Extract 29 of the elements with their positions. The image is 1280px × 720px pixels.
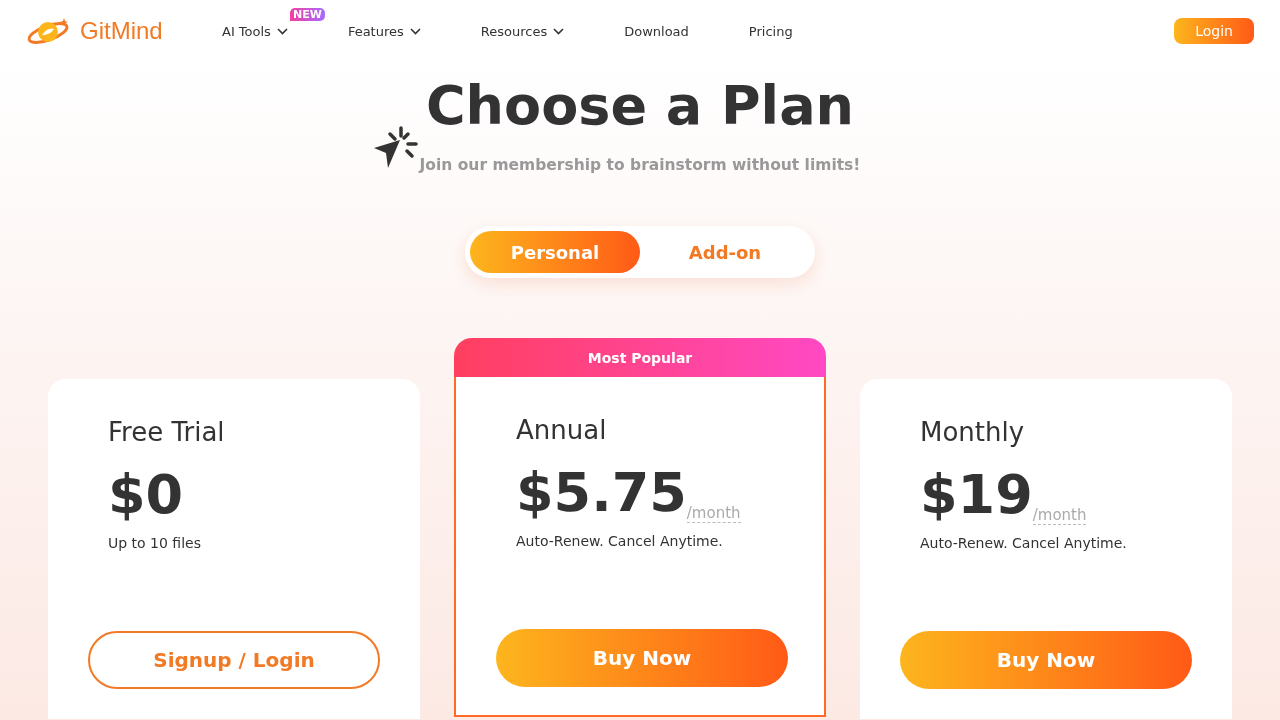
nav-link[interactable]: Download (624, 23, 715, 39)
plan-price: $0 (108, 463, 184, 527)
plan-tab[interactable]: Add-on (640, 231, 810, 273)
page-title: Choose a Plan (425, 73, 854, 139)
nav-link[interactable]: Pricing (748, 23, 819, 39)
plan-name: Annual (516, 415, 608, 445)
plan-name: Monthly (920, 417, 1026, 447)
plan-name: Free Trial (108, 417, 226, 447)
plan-price: $5.75 (516, 461, 687, 525)
plan-tab[interactable]: Personal (470, 231, 640, 273)
nav-link[interactable]: Resources (480, 23, 591, 39)
subtitle: Join our membership to brainstorm without limits! (419, 156, 861, 174)
plan-price: $19 (920, 463, 1033, 527)
price-period: /month (686, 504, 741, 523)
plan-button[interactable]: Signup / Login (88, 631, 380, 689)
chevron-down-icon (409, 27, 421, 35)
price-period: /month (1032, 506, 1087, 525)
plan-button[interactable]: Buy Now (900, 631, 1192, 689)
plan-button[interactable]: Buy Now (496, 629, 788, 687)
popular-ribbon: Most Popular (454, 338, 826, 377)
chevron-down-icon (553, 27, 565, 35)
plan-note: Auto-Renew. Cancel Anytime. (920, 535, 1128, 551)
plan-note: Up to 10 files (108, 535, 202, 551)
nav-link[interactable]: Features (347, 23, 447, 39)
login-button[interactable]: Login (1174, 18, 1254, 44)
chevron-down-icon (276, 27, 288, 35)
plan-note: Auto-Renew. Cancel Anytime. (516, 533, 724, 549)
logo-text[interactable]: GitMind (80, 17, 163, 45)
new-badge: NEW (290, 7, 325, 21)
